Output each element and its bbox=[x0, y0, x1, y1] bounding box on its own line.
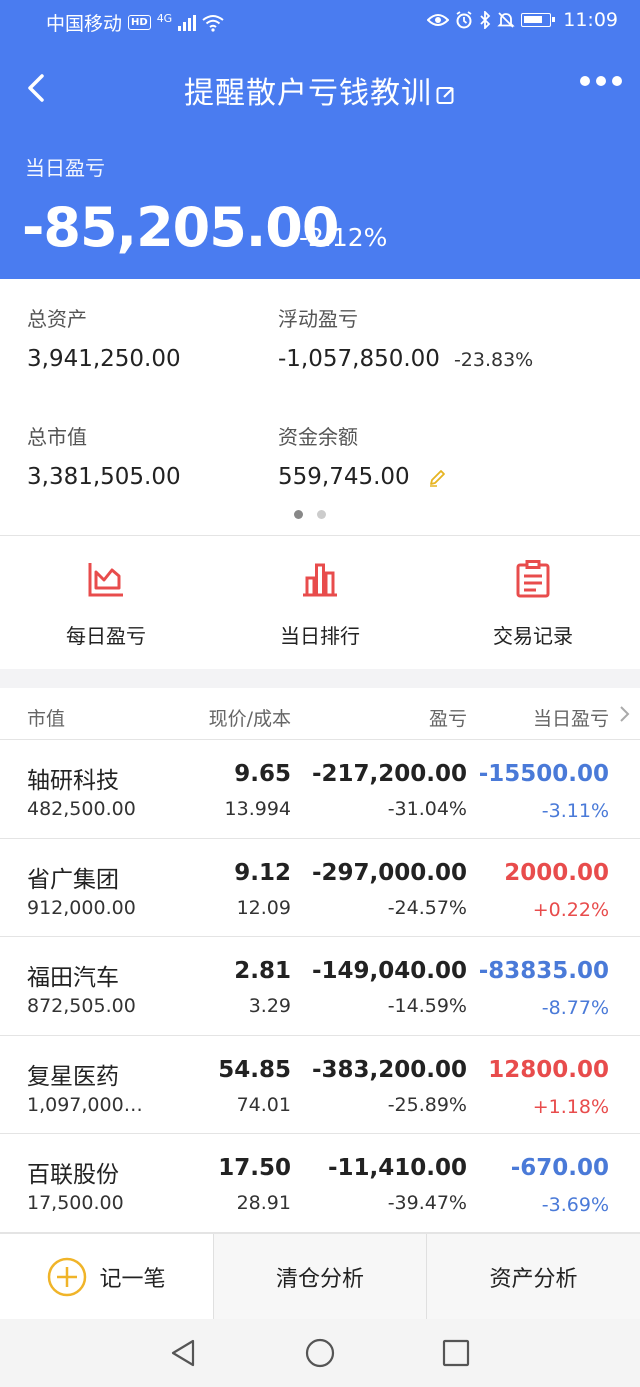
stock-price: 9.12 bbox=[234, 859, 291, 886]
stock-pnl: -217,200.00 bbox=[311, 761, 467, 787]
stock-name: 福田汽车 bbox=[27, 965, 119, 991]
stock-cost: 13.994 bbox=[224, 798, 291, 820]
stock-price: 9.65 bbox=[234, 761, 291, 787]
stock-daily-pnl: -83835.00 bbox=[478, 958, 609, 984]
table-header: 市值 现价/成本 盈亏 当日盈亏 bbox=[0, 688, 640, 740]
stock-cost: 12.09 bbox=[236, 896, 291, 919]
stock-daily-pnl: -670.00 bbox=[510, 1155, 609, 1181]
table-row[interactable]: 福田汽车 872,505.00 2.81 3.29 -149,040.00 -1… bbox=[0, 937, 640, 1036]
record-trade-button[interactable]: 记一笔 bbox=[0, 1234, 213, 1320]
alarm-icon bbox=[456, 11, 472, 29]
stock-name: 省广集团 bbox=[27, 866, 119, 893]
header-market-value[interactable]: 市值 bbox=[27, 704, 65, 731]
stock-daily-pnl: 12800.00 bbox=[488, 1056, 609, 1083]
stock-cost: 74.01 bbox=[236, 1093, 291, 1116]
header-pnl[interactable]: 盈亏 bbox=[429, 704, 467, 731]
more-options-icon[interactable] bbox=[580, 76, 622, 86]
floating-pnl: 浮动盈亏 -1,057,850.00 -23.83% bbox=[278, 307, 534, 372]
bluetooth-icon bbox=[480, 11, 491, 29]
table-row[interactable]: 百联股份 17,500.00 17.50 28.91 -11,410.00 -3… bbox=[0, 1134, 640, 1233]
page-indicator bbox=[294, 510, 326, 519]
table-row[interactable]: 省广集团 912,000.00 9.12 12.09 -297,000.00 -… bbox=[0, 838, 640, 937]
system-navigation-bar bbox=[0, 1319, 640, 1387]
battery-icon bbox=[521, 13, 556, 27]
stock-market-value: 1,097,000.... bbox=[27, 1093, 147, 1116]
asset-analysis-button[interactable]: 资产分析 bbox=[427, 1234, 640, 1320]
section-gap bbox=[0, 669, 640, 688]
daily-pnl-label: 当日盈亏 bbox=[25, 156, 105, 180]
clearance-analysis-button[interactable]: 清仓分析 bbox=[214, 1234, 426, 1320]
signal-icon bbox=[178, 14, 197, 31]
quick-daily-pnl[interactable]: 每日盈亏 bbox=[26, 560, 186, 649]
asset-summary[interactable]: 总资产 3,941,250.00 浮动盈亏 -1,057,850.00 -23.8… bbox=[0, 279, 640, 535]
daily-pnl-percent: -2.12% bbox=[299, 223, 388, 252]
stock-pnl: -149,040.00 bbox=[311, 958, 467, 984]
area-chart-icon bbox=[88, 563, 123, 597]
stock-daily-pnl-percent: +0.22% bbox=[532, 898, 609, 921]
network-type: 4G bbox=[156, 12, 173, 25]
stock-market-value: 912,000.00 bbox=[27, 896, 136, 919]
stock-daily-pnl-percent: -8.77% bbox=[541, 997, 609, 1019]
quick-trade-records[interactable]: 交易记录 bbox=[453, 560, 613, 649]
stock-daily-pnl-percent: -3.69% bbox=[541, 1194, 609, 1216]
bottom-action-bar: 记一笔 清仓分析 资产分析 bbox=[0, 1233, 640, 1320]
carrier-name: 中国移动 bbox=[46, 13, 123, 35]
mute-icon bbox=[497, 12, 515, 28]
back-triangle-icon[interactable] bbox=[167, 1337, 199, 1369]
stock-pnl: -297,000.00 bbox=[311, 859, 467, 886]
stock-cost: 28.91 bbox=[236, 1192, 291, 1214]
table-row[interactable]: 轴研科技 482,500.00 9.65 13.994 -217,200.00 … bbox=[0, 740, 640, 839]
floating-pnl-percent: -23.83% bbox=[453, 349, 534, 371]
header-daily-pnl[interactable]: 当日盈亏 bbox=[533, 704, 609, 731]
stock-price: 2.81 bbox=[234, 958, 291, 984]
clock-time: 11:09 bbox=[563, 9, 618, 31]
header-price-cost[interactable]: 现价/成本 bbox=[209, 704, 291, 731]
status-bar: 中国移动 HD 4G 11:09 bbox=[0, 0, 640, 44]
stock-pnl: -383,200.00 bbox=[311, 1056, 467, 1083]
edit-icon[interactable] bbox=[436, 85, 456, 105]
holdings-table: 市值 现价/成本 盈亏 当日盈亏 轴研科技 482,500.00 9.65 13… bbox=[0, 688, 640, 1233]
stock-pnl-percent: -24.57% bbox=[387, 896, 467, 919]
stock-daily-pnl-percent: +1.18% bbox=[532, 1095, 609, 1118]
stock-daily-pnl: -15500.00 bbox=[478, 761, 609, 787]
stock-daily-pnl-percent: -3.11% bbox=[541, 800, 609, 822]
plus-circle-icon bbox=[48, 1257, 87, 1297]
stock-daily-pnl: 2000.00 bbox=[504, 859, 609, 886]
stock-pnl-percent: -39.47% bbox=[387, 1192, 467, 1214]
header-panel: 中国移动 HD 4G 11:09 提醒散户亏钱教训 当日盈亏 -85,205.0… bbox=[0, 0, 640, 279]
stock-price: 54.85 bbox=[218, 1056, 291, 1083]
nav-bar: 提醒散户亏钱教训 bbox=[0, 56, 640, 120]
bar-chart-icon bbox=[303, 563, 337, 597]
stock-name: 复星医药 bbox=[27, 1063, 119, 1090]
market-value: 总市值 3,381,505.00 bbox=[27, 425, 181, 490]
stock-cost: 3.29 bbox=[248, 995, 291, 1017]
stock-name: 轴研科技 bbox=[27, 768, 119, 794]
quick-daily-ranking[interactable]: 当日排行 bbox=[240, 560, 400, 649]
total-assets: 总资产 3,941,250.00 bbox=[27, 307, 181, 372]
stock-market-value: 17,500.00 bbox=[27, 1192, 124, 1214]
clipboard-icon bbox=[516, 560, 550, 598]
page-title[interactable]: 提醒散户亏钱教训 bbox=[0, 68, 640, 112]
quick-actions: 每日盈亏 当日排行 交易记录 bbox=[0, 536, 640, 669]
cash-balance: 资金余额 559,745.00 bbox=[278, 421, 446, 490]
daily-pnl-value: -85,205.00 bbox=[22, 196, 339, 259]
stock-pnl-percent: -31.04% bbox=[387, 798, 467, 820]
stock-market-value: 482,500.00 bbox=[27, 798, 136, 820]
pencil-icon[interactable] bbox=[428, 469, 446, 487]
wifi-icon bbox=[202, 14, 224, 32]
eye-icon bbox=[427, 14, 450, 26]
chevron-right-icon[interactable] bbox=[618, 704, 630, 724]
stock-pnl-percent: -25.89% bbox=[387, 1093, 467, 1116]
stock-price: 17.50 bbox=[218, 1155, 291, 1181]
stock-name: 百联股份 bbox=[27, 1162, 119, 1188]
recents-square-icon[interactable] bbox=[440, 1337, 472, 1369]
stock-pnl-percent: -14.59% bbox=[387, 995, 467, 1017]
stock-pnl: -11,410.00 bbox=[327, 1155, 467, 1181]
home-circle-icon[interactable] bbox=[304, 1337, 336, 1369]
hd-badge: HD bbox=[128, 15, 151, 30]
stock-market-value: 872,505.00 bbox=[27, 995, 136, 1017]
table-row[interactable]: 复星医药 1,097,000.... 54.85 74.01 -383,200.… bbox=[0, 1035, 640, 1134]
